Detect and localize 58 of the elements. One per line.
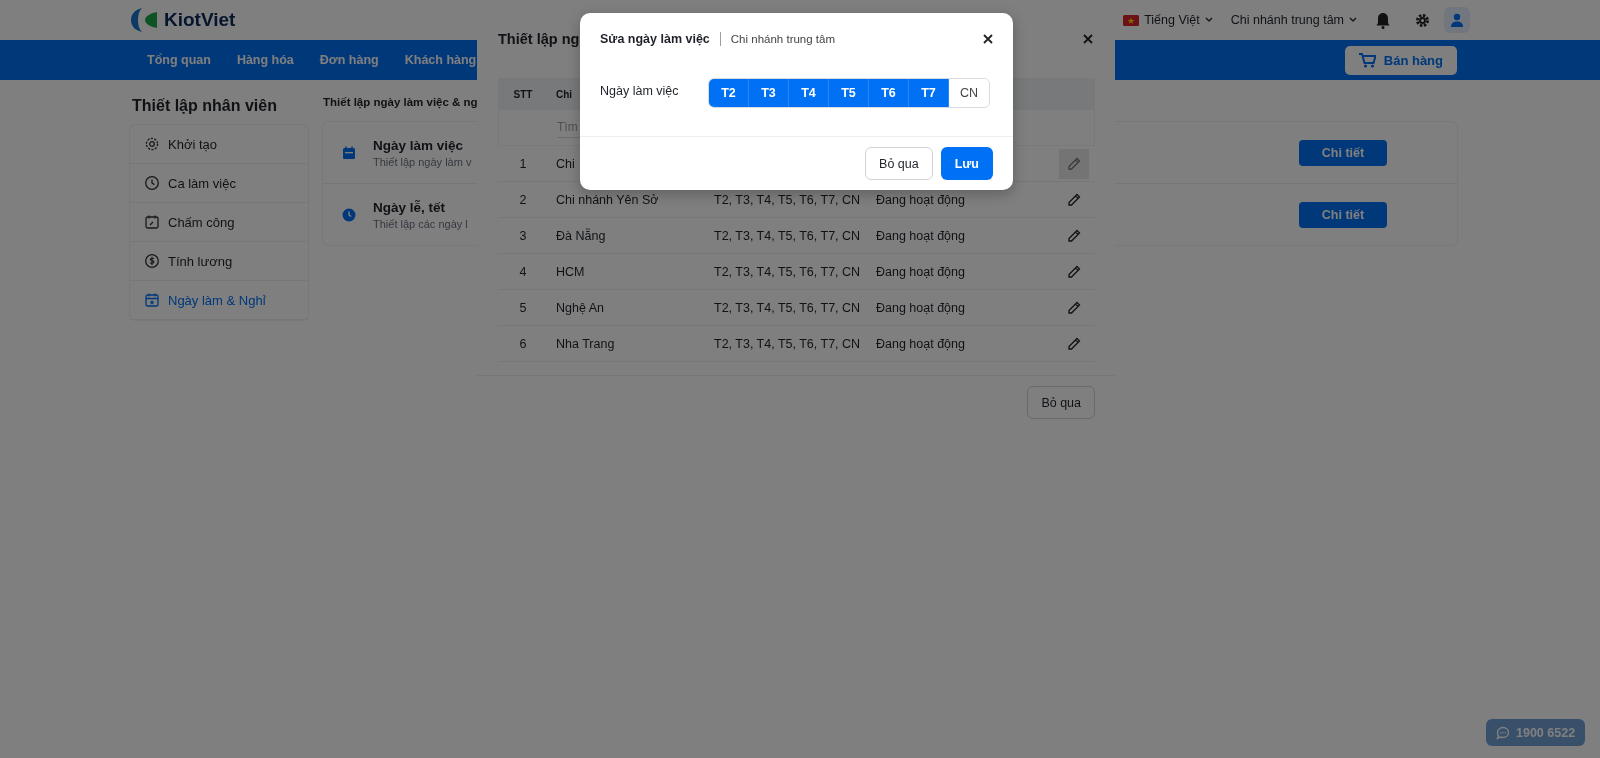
table-cell-text: Nghệ An [555, 300, 605, 315]
day-toggle[interactable]: T7 [909, 78, 949, 107]
save-button[interactable]: Lưu [940, 147, 993, 180]
column-header: STT [512, 88, 534, 100]
setting-description: Thiết lập các ngày l [373, 217, 468, 230]
day-toggle[interactable]: T3 [749, 78, 789, 107]
table-cell-text: 6 [518, 336, 528, 351]
branch-selector[interactable]: Chi nhánh trung tâm [1230, 13, 1344, 27]
setting-title: Ngày làm việc [373, 137, 464, 153]
dialog-subtitle: Chi nhánh trung tâm [730, 32, 836, 45]
table-cell-text: 2 [518, 192, 528, 207]
sell-button[interactable]: Bán hàng [1344, 45, 1457, 75]
table-cell-text: T2, T3, T4, T5, T6, T7, CN [714, 264, 862, 279]
table-cell-text: Đà Nẵng [555, 228, 607, 243]
table-cell-text: Đang hoạt động [876, 264, 966, 279]
section-title: Thiết lập nhân viên [132, 97, 278, 115]
table-cell-text: Đang hoạt động [876, 192, 966, 207]
table-cell-text: 4 [518, 264, 528, 279]
table-cell-text: Đang hoạt động [876, 336, 966, 351]
table-cell-text: T2, T3, T4, T5, T6, T7, CN [714, 300, 862, 315]
detail-button[interactable]: Chi tiết [1299, 201, 1387, 228]
table-cell-text: Đang hoạt động [876, 228, 966, 243]
page-title: Thiết lập ngày làm việc & ng [323, 96, 479, 108]
cancel-button[interactable]: Bỏ qua [865, 147, 933, 180]
logo-text: KiotViet [164, 9, 236, 31]
day-toggle[interactable]: T4 [789, 78, 829, 107]
table-cell-text: 5 [518, 300, 528, 315]
table-cell-text: Đang hoạt động [876, 300, 966, 315]
day-toggle[interactable]: T6 [869, 78, 909, 107]
table-cell-text: 3 [518, 228, 528, 243]
sidebar-item[interactable]: Ca làm việc [130, 164, 308, 203]
setting-description: Thiết lập ngày làm v [373, 155, 472, 168]
sidebar-item[interactable]: Ngày làm & Nghỉ [130, 281, 308, 320]
field-label: Ngày làm việc [600, 82, 680, 98]
day-toggle[interactable]: T5 [829, 78, 869, 107]
day-toggle[interactable]: T2 [709, 78, 749, 107]
setting-title: Ngày lễ, tết [373, 199, 446, 215]
table-cell-text: 1 [518, 156, 528, 171]
sidebar-item[interactable]: Tính lương [130, 242, 308, 281]
table-cell-text: T2, T3, T4, T5, T6, T7, CN [714, 336, 862, 351]
dialog-title: Thiết lập ng [498, 31, 580, 47]
sidebar-item[interactable]: Khởi tạo [130, 125, 308, 164]
detail-button[interactable]: Chi tiết [1299, 139, 1387, 166]
column-header: Chi [555, 88, 573, 100]
dialog-title: Sửa ngày làm việc [600, 31, 710, 46]
sidebar-item[interactable]: Chấm công [130, 203, 308, 242]
table-cell-text: HCM [555, 264, 586, 279]
nav-item[interactable]: Hàng hóa [236, 53, 294, 67]
table-cell-text: T2, T3, T4, T5, T6, T7, CN [714, 192, 862, 207]
cancel-button[interactable]: Bỏ qua [1027, 386, 1095, 419]
nav-item[interactable]: Tổng quan [147, 53, 211, 67]
table-cell-text: Nha Trang [555, 336, 616, 351]
nav-item[interactable]: Khách hàng [404, 53, 477, 67]
table-cell-text: Chi nhánh Yên Sở [555, 192, 660, 207]
table-cell-text: Chi [555, 156, 576, 171]
table-cell-text: T2, T3, T4, T5, T6, T7, CN [714, 228, 862, 243]
language-selector[interactable]: Tiếng Việt [1144, 13, 1200, 27]
nav-item[interactable]: Đơn hàng [319, 53, 379, 67]
